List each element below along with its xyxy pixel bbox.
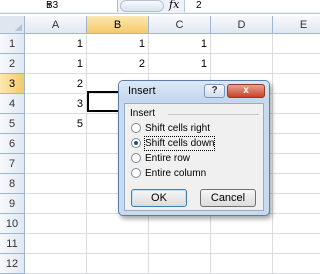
row-header-7[interactable]: 7 — [0, 154, 25, 174]
column-header-d[interactable]: D — [211, 16, 273, 34]
cell-c12[interactable] — [149, 254, 211, 274]
column-header-a[interactable]: A — [25, 16, 87, 34]
cell-b1[interactable]: 1 — [87, 34, 149, 54]
cell-b12[interactable] — [87, 254, 149, 274]
cell-d12[interactable] — [211, 254, 273, 274]
row-header-1[interactable]: 1 — [0, 34, 25, 54]
cell-e6[interactable] — [273, 134, 320, 154]
cell-d2[interactable] — [211, 54, 273, 74]
chevron-down-icon[interactable]: ▼ — [46, 0, 115, 12]
cell-e1[interactable] — [273, 34, 320, 54]
row-header-5[interactable]: 5 — [0, 114, 25, 134]
cell-b2[interactable]: 2 — [87, 54, 149, 74]
name-box[interactable]: B3 ▼ — [0, 0, 118, 12]
help-button[interactable]: ? — [204, 84, 225, 98]
option-label: Shift cells right — [145, 123, 211, 134]
cell-e3[interactable] — [273, 74, 320, 94]
insert-function-button[interactable]: fx — [169, 0, 179, 11]
formula-buttons[interactable] — [120, 0, 164, 12]
cell-a5[interactable]: 5 — [25, 114, 87, 134]
cell-c11[interactable] — [149, 234, 211, 254]
cell-d11[interactable] — [211, 234, 273, 254]
cell-e4[interactable] — [273, 94, 320, 114]
row-header-2[interactable]: 2 — [0, 54, 25, 74]
cell-b11[interactable] — [87, 234, 149, 254]
cell-e5[interactable] — [273, 114, 320, 134]
group-label: Insert — [130, 108, 156, 119]
radio-button[interactable] — [131, 123, 141, 133]
cell-e10[interactable] — [273, 214, 320, 234]
option-label: Entire column — [145, 168, 207, 179]
formula-controls: fx — [120, 0, 182, 12]
cell-a8[interactable] — [25, 174, 87, 194]
formula-input[interactable]: 2 — [184, 0, 320, 12]
option-label: Shift cells down — [143, 136, 216, 151]
cell-b10[interactable] — [87, 214, 149, 234]
cell-d10[interactable] — [211, 214, 273, 234]
close-button[interactable]: x — [227, 84, 265, 98]
cell-c1[interactable]: 1 — [149, 34, 211, 54]
dialog-body: Insert Shift cells right Shift cells dow… — [124, 103, 264, 211]
row-header-4[interactable]: 4 — [0, 94, 25, 114]
radio-button[interactable] — [131, 168, 141, 178]
cell-c10[interactable] — [149, 214, 211, 234]
cell-a11[interactable] — [25, 234, 87, 254]
dialog-title: Insert — [128, 85, 156, 97]
column-header-e[interactable]: E — [273, 16, 320, 34]
cell-a1[interactable]: 1 — [25, 34, 87, 54]
cell-a6[interactable] — [25, 134, 87, 154]
cell-a4[interactable]: 3 — [25, 94, 87, 114]
cell-e2[interactable] — [273, 54, 320, 74]
cell-e9[interactable] — [273, 194, 320, 214]
cancel-button[interactable]: Cancel — [200, 189, 256, 207]
option-label: Entire row — [145, 153, 191, 164]
row-header-12[interactable]: 12 — [0, 254, 25, 274]
cell-e12[interactable] — [273, 254, 320, 274]
group-divider — [168, 114, 259, 115]
cell-a10[interactable] — [25, 214, 87, 234]
formula-bar: B3 ▼ fx 2 — [0, 0, 320, 14]
cell-a2[interactable]: 1 — [25, 54, 87, 74]
row-header-6[interactable]: 6 — [0, 134, 25, 154]
radio-button[interactable] — [131, 153, 141, 163]
cell-e11[interactable] — [273, 234, 320, 254]
column-header-b[interactable]: B — [87, 16, 149, 34]
cell-a12[interactable] — [25, 254, 87, 274]
cell-e8[interactable] — [273, 174, 320, 194]
formula-input-value: 2 — [196, 0, 202, 11]
cell-a3[interactable]: 2 — [25, 74, 87, 94]
cell-e7[interactable] — [273, 154, 320, 174]
radio-button-selected[interactable] — [131, 138, 141, 148]
cell-a7[interactable] — [25, 154, 87, 174]
cell-a9[interactable] — [25, 194, 87, 214]
select-all-corner[interactable] — [0, 16, 25, 34]
cell-d1[interactable] — [211, 34, 273, 54]
column-header-c[interactable]: C — [149, 16, 211, 34]
insert-dialog: Insert ? x Insert Shift cells right Shif… — [118, 80, 270, 216]
cell-c2[interactable]: 1 — [149, 54, 211, 74]
row-header-8[interactable]: 8 — [0, 174, 25, 194]
row-header-3[interactable]: 3 — [0, 74, 25, 94]
row-header-11[interactable]: 11 — [0, 234, 25, 254]
row-header-10[interactable]: 10 — [0, 214, 25, 234]
ok-button[interactable]: OK — [131, 189, 187, 207]
dialog-titlebar[interactable]: Insert ? x — [119, 81, 269, 102]
row-header-9[interactable]: 9 — [0, 194, 25, 214]
